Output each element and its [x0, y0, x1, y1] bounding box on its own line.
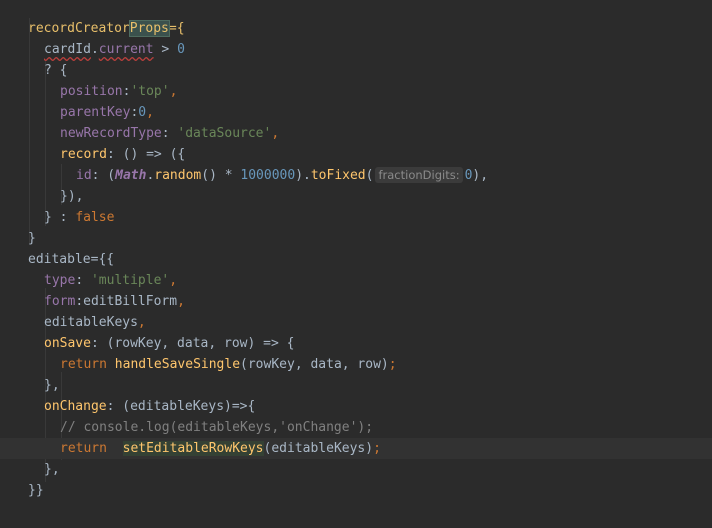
code-line[interactable]: type: 'multiple', — [0, 270, 712, 291]
code-line[interactable]: editableKeys, — [0, 312, 712, 333]
code-token: } — [28, 231, 36, 246]
code-token: return — [60, 357, 115, 372]
code-token: recordCreator — [28, 21, 130, 36]
code-token: current — [98, 42, 154, 57]
code-line[interactable]: } : false — [0, 207, 712, 228]
code-line[interactable]: record: () => ({ — [0, 144, 712, 165]
code-token: return — [60, 441, 123, 456]
code-token: form — [44, 294, 76, 309]
code-token: id — [76, 168, 92, 183]
code-line[interactable]: position:'top', — [0, 81, 712, 102]
code-token: 'top' — [130, 84, 170, 99]
code-token: ), — [472, 168, 489, 183]
code-token: : (editableKeys)=>{ — [106, 399, 256, 414]
code-token: false — [75, 210, 115, 225]
code-token: ={{ — [90, 252, 115, 267]
code-line[interactable]: id: (Math.random() * 1000000).toFixed(fr… — [0, 165, 712, 186]
code-token: : () => ({ — [106, 147, 186, 162]
code-token: random — [154, 168, 202, 183]
code-line[interactable]: onChange: (editableKeys)=>{ — [0, 396, 712, 417]
code-token: 'dataSource' — [177, 126, 272, 141]
code-line[interactable]: newRecordType: 'dataSource', — [0, 123, 712, 144]
code-line[interactable]: parentKey:0, — [0, 102, 712, 123]
code-line[interactable]: return handleSaveSingle(rowKey, data, ro… — [0, 354, 712, 375]
code-line[interactable]: }, — [0, 375, 712, 396]
code-token: } : — [44, 210, 76, 225]
code-token: position — [60, 84, 123, 99]
code-token: () * — [201, 168, 241, 183]
code-token: onSave — [44, 336, 91, 351]
code-token: setEditableRowKeys — [122, 441, 264, 456]
code-token: ? { — [44, 63, 68, 78]
code-token: onChange — [44, 399, 107, 414]
code-token: }} — [28, 483, 44, 498]
code-token: , — [177, 294, 185, 309]
code-token: , — [271, 126, 280, 141]
code-token: 0 — [138, 105, 147, 120]
code-line[interactable]: // console.log(editableKeys,'onChange'); — [0, 417, 712, 438]
code-line[interactable]: }), — [0, 186, 712, 207]
code-token: . — [90, 42, 99, 57]
code-token: ; — [388, 357, 397, 372]
code-token: (editableKeys) — [263, 441, 374, 456]
code-token: , — [169, 273, 178, 288]
code-token: Math — [115, 168, 147, 183]
code-token: type — [44, 273, 76, 288]
code-token: handleSaveSingle — [114, 357, 241, 372]
code-token: : (rowKey, data, row) => { — [90, 336, 295, 351]
code-token: ( — [365, 168, 374, 183]
code-token: record — [60, 147, 107, 162]
code-line[interactable]: }} — [0, 480, 712, 501]
code-line[interactable]: recordCreatorProps={ — [0, 18, 712, 39]
code-editor[interactable]: recordCreatorProps={cardId.current > 0? … — [0, 0, 712, 528]
code-token: :editBillForm — [75, 294, 178, 309]
code-line[interactable] — [0, 501, 712, 522]
code-line[interactable]: form:editBillForm, — [0, 291, 712, 312]
code-line[interactable]: }, — [0, 459, 712, 480]
current-code-line[interactable]: return setEditableRowKeys(editableKeys); — [0, 438, 712, 459]
code-token: : — [75, 273, 91, 288]
code-token: editable — [28, 252, 91, 267]
code-token: }), — [60, 189, 84, 204]
parameter-hint: fractionDigits: — [375, 167, 463, 183]
code-token: ; — [373, 441, 381, 456]
code-token: toFixed — [310, 168, 366, 183]
code-token: 1000000 — [240, 168, 296, 183]
code-token: editableKeys — [44, 315, 138, 330]
code-token: newRecordType — [60, 126, 162, 141]
code-token: ). — [295, 168, 311, 183]
code-token: Props — [128, 20, 170, 37]
code-token: > — [153, 42, 178, 57]
code-token: (rowKey, data, row) — [240, 357, 389, 372]
code-line[interactable]: } — [0, 228, 712, 249]
code-token: 0 — [177, 42, 185, 57]
code-token: // console.log(editableKeys,'onChange'); — [60, 420, 374, 435]
code-token: }, — [44, 462, 60, 477]
code-line[interactable]: editable={{ — [0, 249, 712, 270]
code-token: : — [161, 126, 178, 141]
code-token: }, — [44, 378, 60, 393]
code-token: ={ — [168, 21, 185, 36]
code-token: , — [137, 315, 146, 330]
code-token: , — [169, 84, 178, 99]
code-token: 'multiple' — [90, 273, 170, 288]
code-token: cardId — [44, 42, 91, 57]
code-token: , — [146, 105, 154, 120]
code-line[interactable]: ? { — [0, 60, 712, 81]
code-token: parentKey — [60, 105, 131, 120]
code-line[interactable]: cardId.current > 0 — [0, 39, 712, 60]
code-token: : ( — [91, 168, 116, 183]
code-line[interactable]: onSave: (rowKey, data, row) => { — [0, 333, 712, 354]
